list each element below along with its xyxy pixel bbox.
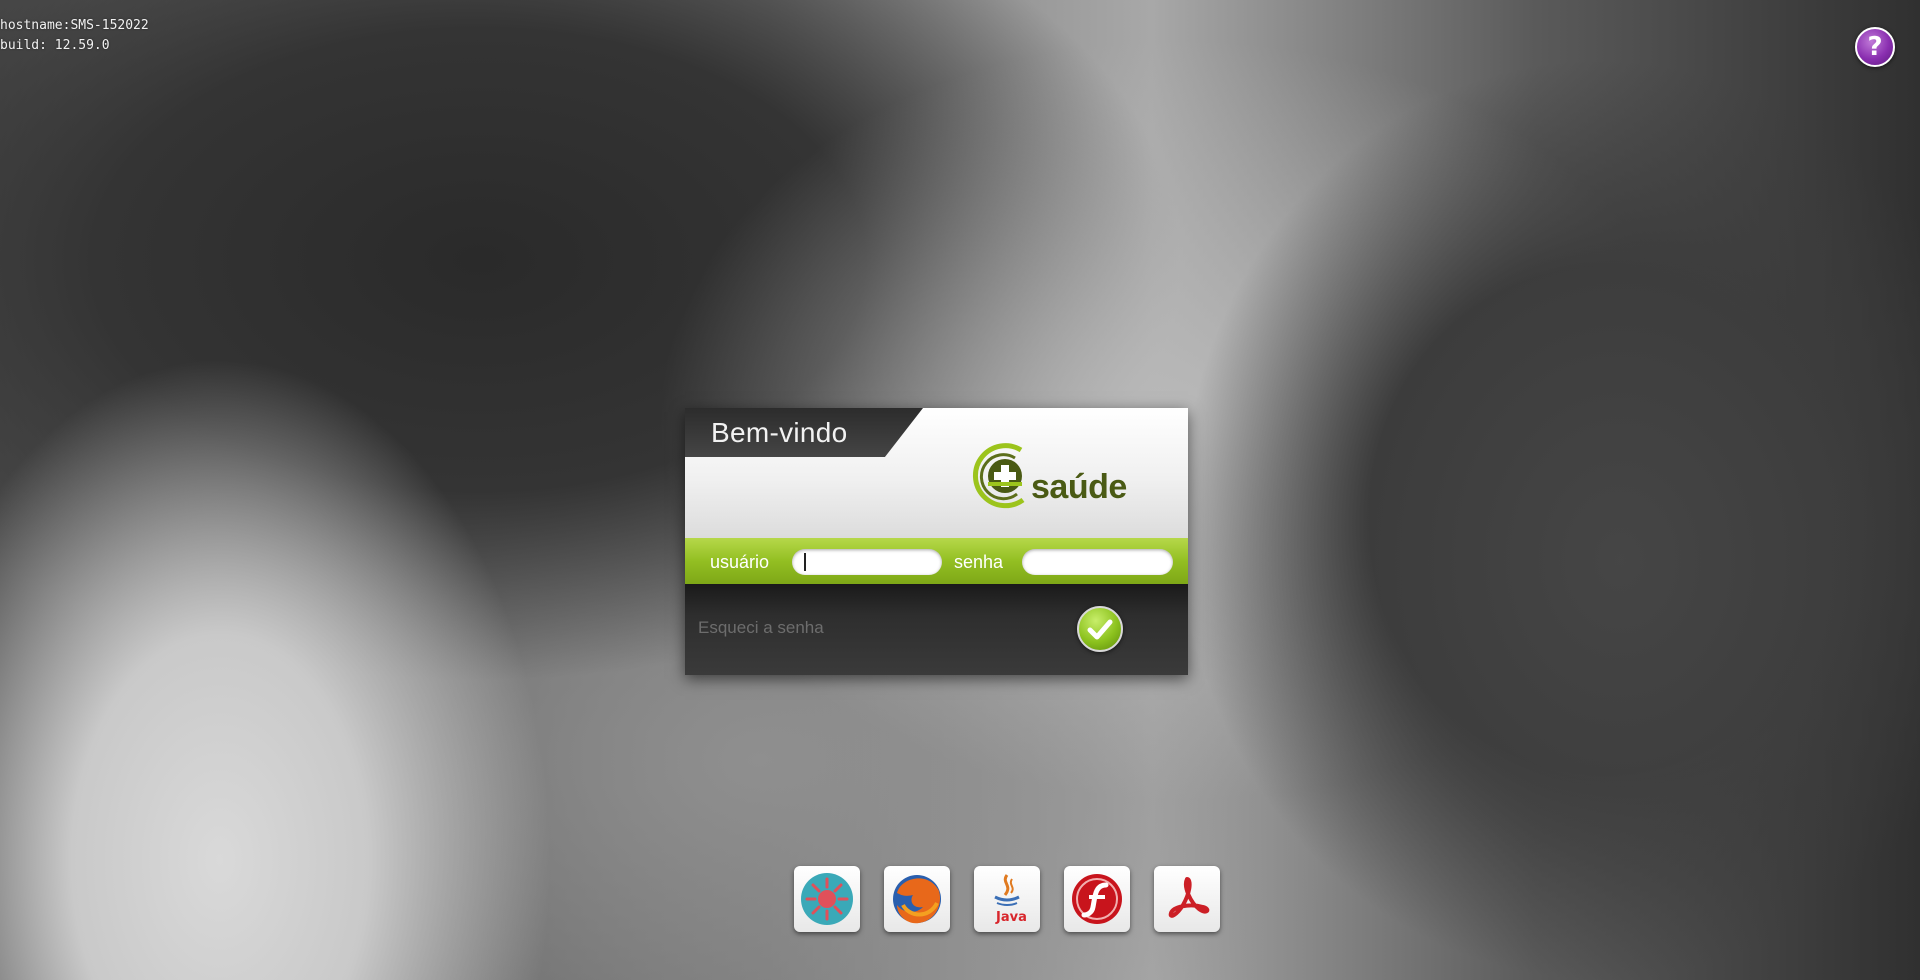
java-label: Java xyxy=(995,910,1027,925)
help-icon[interactable]: ? xyxy=(1855,27,1895,67)
forgot-password-link[interactable]: Esqueci a senha xyxy=(698,618,824,638)
submit-button[interactable] xyxy=(1077,606,1123,652)
flash-icon[interactable] xyxy=(1064,866,1130,932)
password-label: senha xyxy=(954,552,1004,572)
login-panel: Bem-vindo saúde usuário senha Esqueci a xyxy=(685,408,1188,675)
text-cursor xyxy=(804,553,806,571)
acrobat-icon[interactable] xyxy=(1154,866,1220,932)
login-header: Bem-vindo saúde xyxy=(685,408,1188,538)
bug-plugin-icon[interactable] xyxy=(794,866,860,932)
username-label: usuário xyxy=(710,552,770,572)
plugin-links: Java xyxy=(794,866,1224,936)
firefox-icon[interactable] xyxy=(884,866,950,932)
credentials-bar: usuário senha xyxy=(685,538,1188,584)
checkmark-icon xyxy=(1087,619,1113,640)
hostname-text: hostname:SMS-152022 xyxy=(0,18,149,33)
password-input[interactable] xyxy=(1022,549,1173,575)
saude-logo: saúde xyxy=(971,438,1171,518)
build-text: build: 12.59.0 xyxy=(0,38,110,53)
welcome-title: Bem-vindo xyxy=(711,417,848,448)
login-page: hostname:SMS-152022 build: 12.59.0 ? Bem… xyxy=(0,0,1920,980)
login-footer: Esqueci a senha xyxy=(685,584,1188,675)
help-label: ? xyxy=(1867,32,1883,62)
username-input[interactable] xyxy=(792,549,942,575)
system-info: hostname:SMS-152022 build: 12.59.0 xyxy=(0,16,149,56)
java-icon[interactable]: Java xyxy=(974,866,1040,932)
logo-text: saúde xyxy=(1031,468,1127,506)
